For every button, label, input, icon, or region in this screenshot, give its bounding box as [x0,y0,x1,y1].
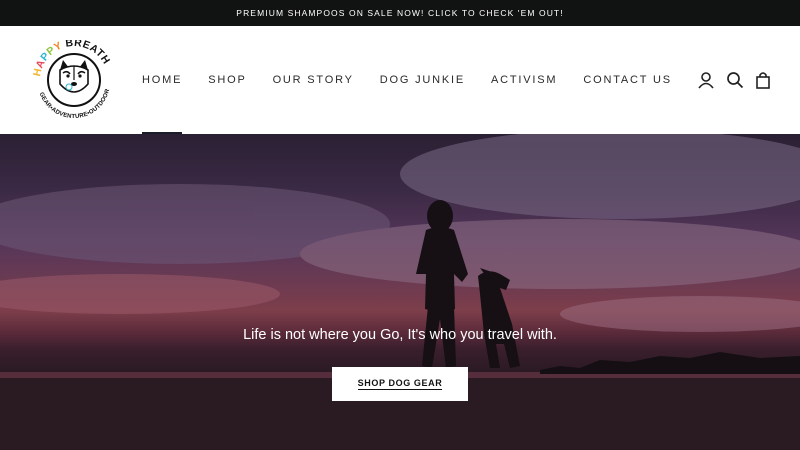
account-icon[interactable] [697,71,715,89]
hero-banner: Life is not where you Go, It's who you t… [0,134,800,450]
nav-item-contact-us[interactable]: CONTACT US [583,26,672,134]
announcement-bar[interactable]: PREMIUM SHAMPOOS ON SALE NOW! CLICK TO C… [0,0,800,26]
shop-dog-gear-label: SHOP DOG GEAR [357,378,443,390]
site-header: HAPPY BREATH GEAR•ADVENTURE•OUTDOOR HOME… [0,26,800,134]
nav-item-shop[interactable]: SHOP [208,26,246,134]
cart-icon[interactable] [754,71,772,89]
brand-logo[interactable]: HAPPY BREATH GEAR•ADVENTURE•OUTDOOR [30,40,118,120]
nav-item-activism[interactable]: ACTIVISM [491,26,557,134]
shop-dog-gear-button[interactable]: SHOP DOG GEAR [332,367,468,401]
nav-item-home[interactable]: HOME [142,26,183,134]
announcement-text[interactable]: PREMIUM SHAMPOOS ON SALE NOW! CLICK TO C… [236,8,563,18]
hero-background-image [0,134,800,450]
main-nav: HOME SHOP OUR STORY DOG JUNKIE ACTIVISM … [142,26,698,134]
search-icon[interactable] [726,71,744,89]
nav-item-our-story[interactable]: OUR STORY [273,26,354,134]
nav-item-dog-junkie[interactable]: DOG JUNKIE [380,26,465,134]
hero-tagline: Life is not where you Go, It's who you t… [243,327,557,343]
husky-face-icon [59,60,89,93]
